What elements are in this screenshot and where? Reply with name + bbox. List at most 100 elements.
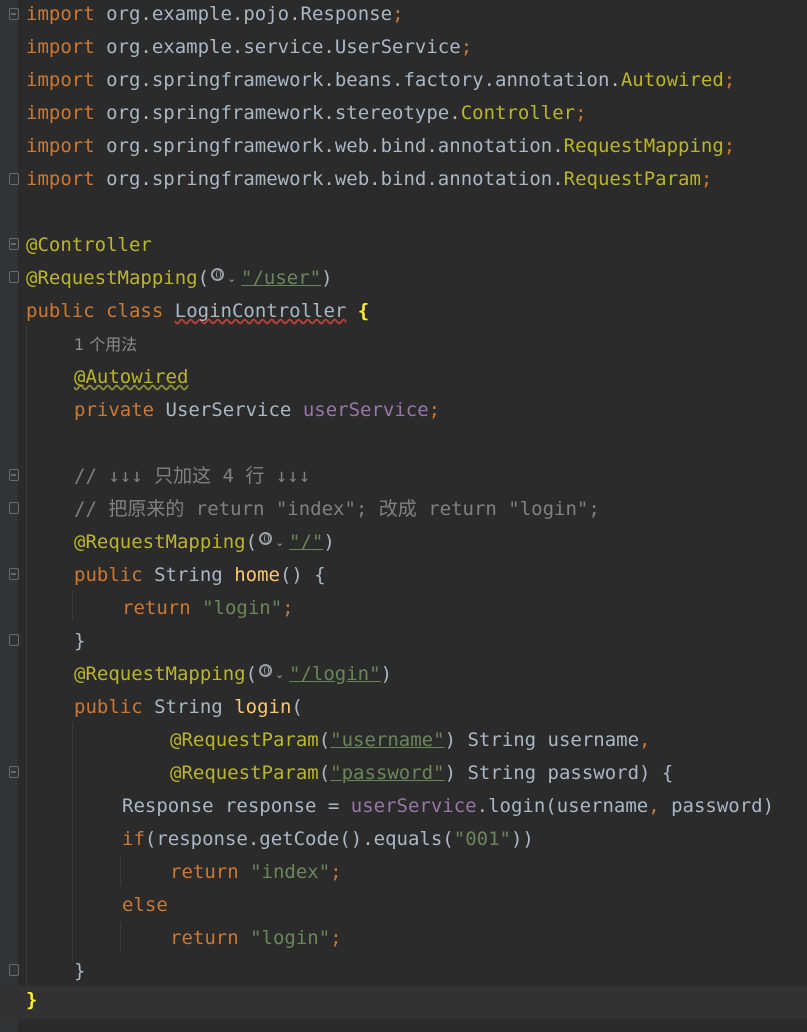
class-ref: UserService (334, 36, 461, 58)
fold-end-icon[interactable] (9, 502, 19, 514)
import-line[interactable]: import org.springframework.beans.factory… (26, 66, 735, 99)
import-line[interactable]: import org.springframework.stereotype.Co… (26, 99, 587, 132)
type-name: UserService (165, 399, 292, 421)
editor-gutter (0, 0, 18, 1032)
brace-line[interactable]: } (74, 627, 85, 660)
current-line[interactable]: } (0, 986, 807, 1019)
field-line[interactable]: private UserService userService; (74, 396, 440, 429)
keyword: import (26, 3, 95, 25)
annotation: @RequestMapping (74, 663, 246, 685)
type-name: String (154, 564, 223, 586)
comment-line[interactable]: // 把原来的 return "index"; 改成 return "login… (74, 495, 600, 528)
indent-guide (120, 856, 121, 886)
import-line[interactable]: import org.springframework.web.bind.anno… (26, 165, 712, 198)
globe-icon[interactable]: ⌄ (257, 661, 289, 683)
string-literal: "login" (250, 927, 331, 949)
keyword: import (26, 69, 95, 91)
method-call: .login(username (476, 795, 649, 817)
package-path: org.springframework.stereotype. (94, 102, 461, 124)
else-line[interactable]: else (122, 891, 168, 924)
condition: (response.getCode().equals( (144, 828, 454, 850)
keyword: import (26, 36, 95, 58)
package-path: org.example.service. (94, 36, 335, 58)
keyword: class (106, 300, 164, 322)
url-string[interactable]: "/login" (289, 663, 381, 685)
brace: { (357, 300, 370, 322)
keyword: import (26, 168, 95, 190)
params: () { (279, 564, 326, 586)
usage-hint[interactable]: 1 个用法 (74, 330, 137, 363)
return-line[interactable]: return "login"; (170, 924, 342, 957)
fold-end-icon[interactable] (9, 634, 19, 646)
statement-line[interactable]: Response response = userService.login(us… (122, 792, 774, 825)
type-name: String (154, 696, 223, 718)
indent-guide (26, 326, 27, 986)
fold-collapse-icon[interactable] (9, 568, 19, 580)
method-declaration-line[interactable]: public String login( (74, 693, 303, 726)
param-line[interactable]: @RequestParam("username") String usernam… (170, 726, 650, 759)
globe-icon[interactable]: ⌄ (209, 265, 241, 287)
method-name: login (234, 696, 292, 718)
fold-collapse-icon[interactable] (9, 238, 19, 250)
keyword: return (122, 597, 191, 619)
fold-collapse-icon[interactable] (9, 8, 19, 20)
fold-end-icon[interactable] (9, 271, 19, 283)
paren: ( (291, 696, 303, 718)
semicolon: ; (575, 102, 587, 124)
return-line[interactable]: return "index"; (170, 858, 342, 891)
code-editor[interactable]: import org.example.pojo.Response; import… (0, 0, 807, 1032)
annotation-line[interactable]: @Autowired (74, 363, 188, 396)
comma: , (639, 729, 651, 751)
annotation: @Autowired (74, 366, 189, 388)
keyword: import (26, 135, 95, 157)
class-name: LoginController (174, 300, 347, 322)
brace: } (74, 960, 86, 982)
comment-line[interactable]: // ↓↓↓ 只加这 4 行 ↓↓↓ (74, 462, 310, 495)
url-string[interactable]: "/user" (241, 267, 321, 289)
fold-collapse-icon[interactable] (9, 766, 19, 778)
args: password) (659, 795, 775, 817)
semicolon: ; (723, 69, 736, 91)
class-declaration-line[interactable]: public class LoginController { (26, 297, 369, 330)
comment: // 把原来的 return "index"; 改成 return "login… (74, 498, 600, 520)
method-name: home (234, 564, 280, 586)
brace: } (74, 630, 86, 652)
package-path: org.springframework.web.bind.annotation. (94, 168, 564, 190)
class-ref: RequestParam (563, 168, 701, 190)
string-literal: "login" (202, 597, 283, 619)
annotation: @RequestMapping (74, 531, 246, 553)
class-ref: Autowired (620, 69, 724, 91)
param-line[interactable]: @RequestParam("password") String passwor… (170, 759, 673, 792)
semicolon: ; (700, 168, 713, 190)
if-line[interactable]: if(response.getCode().equals("001")) (122, 825, 534, 858)
annotation-line[interactable]: @RequestMapping(⌄ "/user") (26, 264, 333, 297)
class-ref: RequestMapping (563, 135, 724, 157)
keyword: public (26, 300, 95, 322)
annotation-line[interactable]: @Controller (26, 231, 152, 264)
package-path: org.springframework.web.bind.annotation. (94, 135, 564, 157)
keyword: return (170, 927, 239, 949)
fold-end-icon[interactable] (9, 964, 19, 976)
field-name: userService (302, 399, 429, 421)
comment: // ↓↓↓ 只加这 4 行 ↓↓↓ (74, 465, 311, 487)
annotation: @RequestParam (170, 729, 319, 751)
keyword: else (122, 894, 168, 916)
string-literal: "001" (453, 828, 511, 850)
annotation-line[interactable]: @RequestMapping(⌄ "/login") (74, 660, 392, 693)
annotation-line[interactable]: @RequestMapping(⌄ "/") (74, 528, 335, 561)
fold-collapse-icon[interactable] (9, 469, 19, 481)
annotation: @Controller (26, 234, 152, 256)
import-line[interactable]: import org.example.service.UserService; (26, 33, 472, 66)
annotation: @RequestParam (170, 762, 319, 784)
keyword: public (74, 696, 143, 718)
annotation: @RequestMapping (26, 267, 198, 289)
fold-end-icon[interactable] (9, 173, 19, 185)
url-string[interactable]: "/" (289, 531, 323, 553)
usage-hint-text[interactable]: 1 个用法 (74, 335, 137, 354)
method-declaration-line[interactable]: public String home() { (74, 561, 326, 594)
import-line[interactable]: import org.springframework.web.bind.anno… (26, 132, 735, 165)
import-line[interactable]: import org.example.pojo.Response; (26, 0, 404, 33)
return-line[interactable]: return "login"; (122, 594, 294, 627)
keyword: return (170, 861, 239, 883)
globe-icon[interactable]: ⌄ (257, 529, 289, 551)
